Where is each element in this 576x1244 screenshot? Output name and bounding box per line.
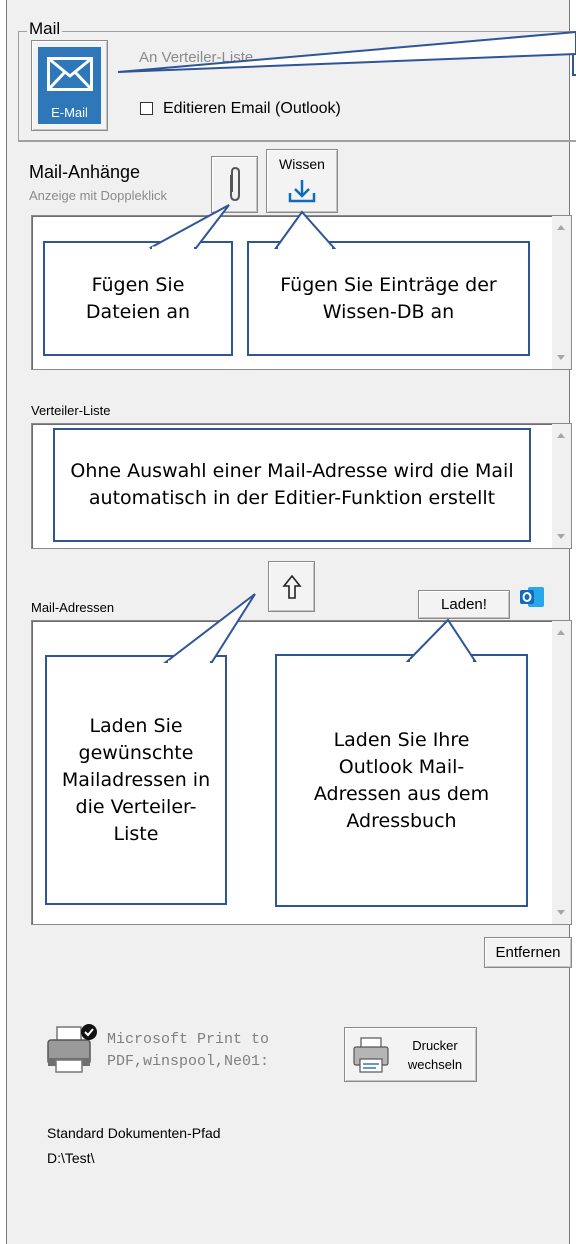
attachments-scrollbar[interactable] bbox=[552, 216, 571, 369]
download-icon bbox=[288, 180, 316, 203]
email-button-face: E-Mail bbox=[38, 47, 101, 124]
email-button[interactable]: E-Mail bbox=[31, 40, 108, 131]
scroll-up-arrow-icon[interactable] bbox=[557, 630, 565, 635]
edit-email-checkbox[interactable] bbox=[140, 102, 153, 115]
attachments-title: Mail-Anhänge bbox=[29, 162, 141, 182]
scroll-down-arrow-icon[interactable] bbox=[557, 910, 565, 915]
outlook-icon[interactable] bbox=[519, 585, 545, 609]
callout-add-wissen: Fügen Sie Einträge der Wissen-DB an bbox=[247, 241, 530, 356]
mail-addresses-title: Mail-Adressen bbox=[31, 600, 115, 615]
distribution-hint-callout bbox=[572, 32, 576, 76]
email-button-label: E-Mail bbox=[51, 105, 88, 120]
printer-name-line2: PDF,winspool,Ne01: bbox=[107, 1053, 270, 1070]
edit-email-checkbox-label: Editieren Email (Outlook) bbox=[163, 100, 341, 117]
wissen-button[interactable]: Wissen bbox=[266, 149, 338, 213]
printer-icon bbox=[47, 1024, 97, 1073]
attachments-subtitle: Anzeige mit Doppleklick bbox=[29, 188, 168, 203]
up-arrow-icon bbox=[282, 574, 302, 599]
move-to-distribution-button[interactable] bbox=[268, 561, 315, 612]
printer-name-line1: Microsoft Print to bbox=[107, 1031, 270, 1048]
callout-load-addresses: Laden Sie gewünschte Mailadressen in die… bbox=[45, 655, 227, 905]
envelope-icon bbox=[47, 57, 93, 91]
load-outlook-button[interactable]: Laden! bbox=[418, 590, 510, 619]
change-printer-label-1: Drucker bbox=[412, 1038, 458, 1053]
change-printer-label-2: wechseln bbox=[407, 1057, 463, 1072]
scroll-down-arrow-icon[interactable] bbox=[557, 355, 565, 360]
change-printer-button[interactable]: Drucker wechseln bbox=[344, 1027, 477, 1082]
wissen-button-label: Wissen bbox=[279, 156, 325, 172]
callout-no-selection: Ohne Auswahl einer Mail-Adresse wird die… bbox=[53, 428, 531, 542]
remove-button[interactable]: Entfernen bbox=[484, 937, 572, 968]
distribution-scrollbar[interactable] bbox=[552, 424, 571, 548]
document-path-value: D:\Test\ bbox=[47, 1150, 95, 1166]
side-panel: Mail E-Mail An Verteiler-Liste Editieren… bbox=[6, 0, 576, 1244]
distribution-list-title: Verteiler-Liste bbox=[31, 403, 111, 418]
scroll-up-arrow-icon[interactable] bbox=[557, 225, 565, 230]
printer-button-icon bbox=[353, 1037, 389, 1073]
scroll-up-arrow-icon[interactable] bbox=[557, 433, 565, 438]
callout-add-files: Fügen Sie Dateien an bbox=[43, 241, 233, 356]
paperclip-icon bbox=[230, 166, 240, 202]
separator-1 bbox=[18, 141, 576, 142]
scroll-down-arrow-icon[interactable] bbox=[557, 534, 565, 539]
mail-addresses-scrollbar[interactable] bbox=[552, 621, 571, 924]
distribution-hint-label: An Verteiler-Liste bbox=[139, 49, 254, 66]
attach-file-button[interactable] bbox=[211, 156, 258, 213]
mail-group-title: Mail bbox=[27, 19, 63, 39]
callout-load-outlook: Laden Sie Ihre Outlook Mail-Adressen aus… bbox=[275, 654, 528, 907]
document-path-title: Standard Dokumenten-Pfad bbox=[47, 1125, 221, 1141]
